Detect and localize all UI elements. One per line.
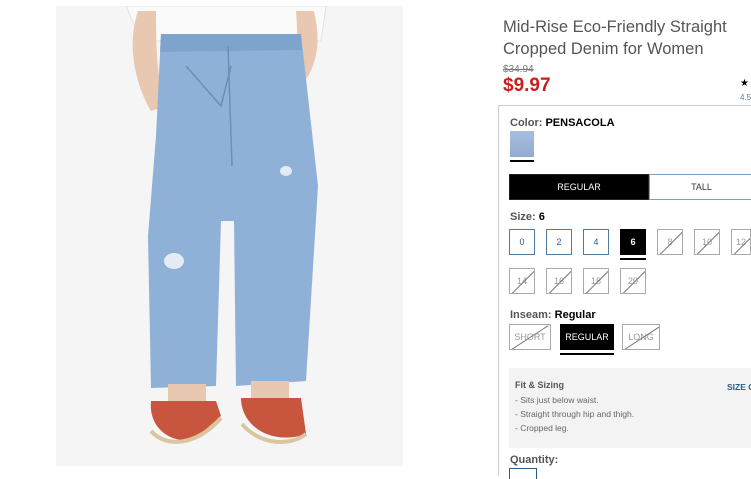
swatch-selected-indicator	[510, 160, 534, 162]
inseam-long[interactable]: LONG	[622, 324, 660, 350]
color-swatch[interactable]	[510, 131, 534, 157]
quantity-label: Quantity:	[510, 454, 559, 466]
size-option-14[interactable]: 14	[509, 268, 535, 294]
inseam-value: Regular	[554, 309, 596, 321]
size-option-16[interactable]: 16	[546, 268, 572, 294]
size-option-2[interactable]: 2	[546, 229, 572, 255]
quantity-input[interactable]	[509, 468, 537, 479]
color-value: PENSACOLA	[545, 117, 615, 129]
inseam-regular[interactable]: REGULAR	[560, 324, 614, 350]
size-option-12[interactable]: 12	[731, 229, 751, 255]
size-option-8[interactable]: 8	[657, 229, 683, 255]
size-label: Size: 6	[510, 211, 545, 223]
original-price: $34.94	[503, 64, 534, 75]
fit-tabs: REGULAR TALL	[509, 174, 751, 200]
color-label: Color: PENSACOLA	[510, 117, 615, 129]
size-selected-indicator	[620, 258, 646, 260]
size-option-6[interactable]: 6	[620, 229, 646, 255]
fit-detail: - Straight through hip and thigh.	[515, 409, 635, 419]
inseam-short[interactable]: SHORT	[509, 324, 551, 350]
size-option-0[interactable]: 0	[509, 229, 535, 255]
size-chart-link[interactable]: SIZE C	[727, 382, 751, 392]
inseam-label: Inseam: Regular	[510, 309, 596, 321]
size-option-18[interactable]: 18	[583, 268, 609, 294]
tab-regular[interactable]: REGULAR	[509, 174, 649, 200]
tab-tall[interactable]: TALL	[649, 174, 751, 200]
size-option-4[interactable]: 4	[583, 229, 609, 255]
inseam-selected-indicator	[560, 353, 614, 355]
size-option-10[interactable]: 10	[694, 229, 720, 255]
size-option-20[interactable]: 20	[620, 268, 646, 294]
product-image[interactable]	[56, 6, 403, 466]
star-icon[interactable]: ★	[740, 78, 749, 89]
product-title: Mid-Rise Eco-Friendly Straight Cropped D…	[503, 18, 727, 58]
fit-detail: - Sits just below waist.	[515, 395, 599, 405]
fit-sizing-title: Fit & Sizing	[515, 380, 564, 390]
size-value: 6	[538, 211, 545, 223]
fit-detail: - Cropped leg.	[515, 423, 569, 433]
sale-price: $9.97	[503, 75, 551, 96]
rating-value[interactable]: 4.5	[740, 93, 751, 102]
